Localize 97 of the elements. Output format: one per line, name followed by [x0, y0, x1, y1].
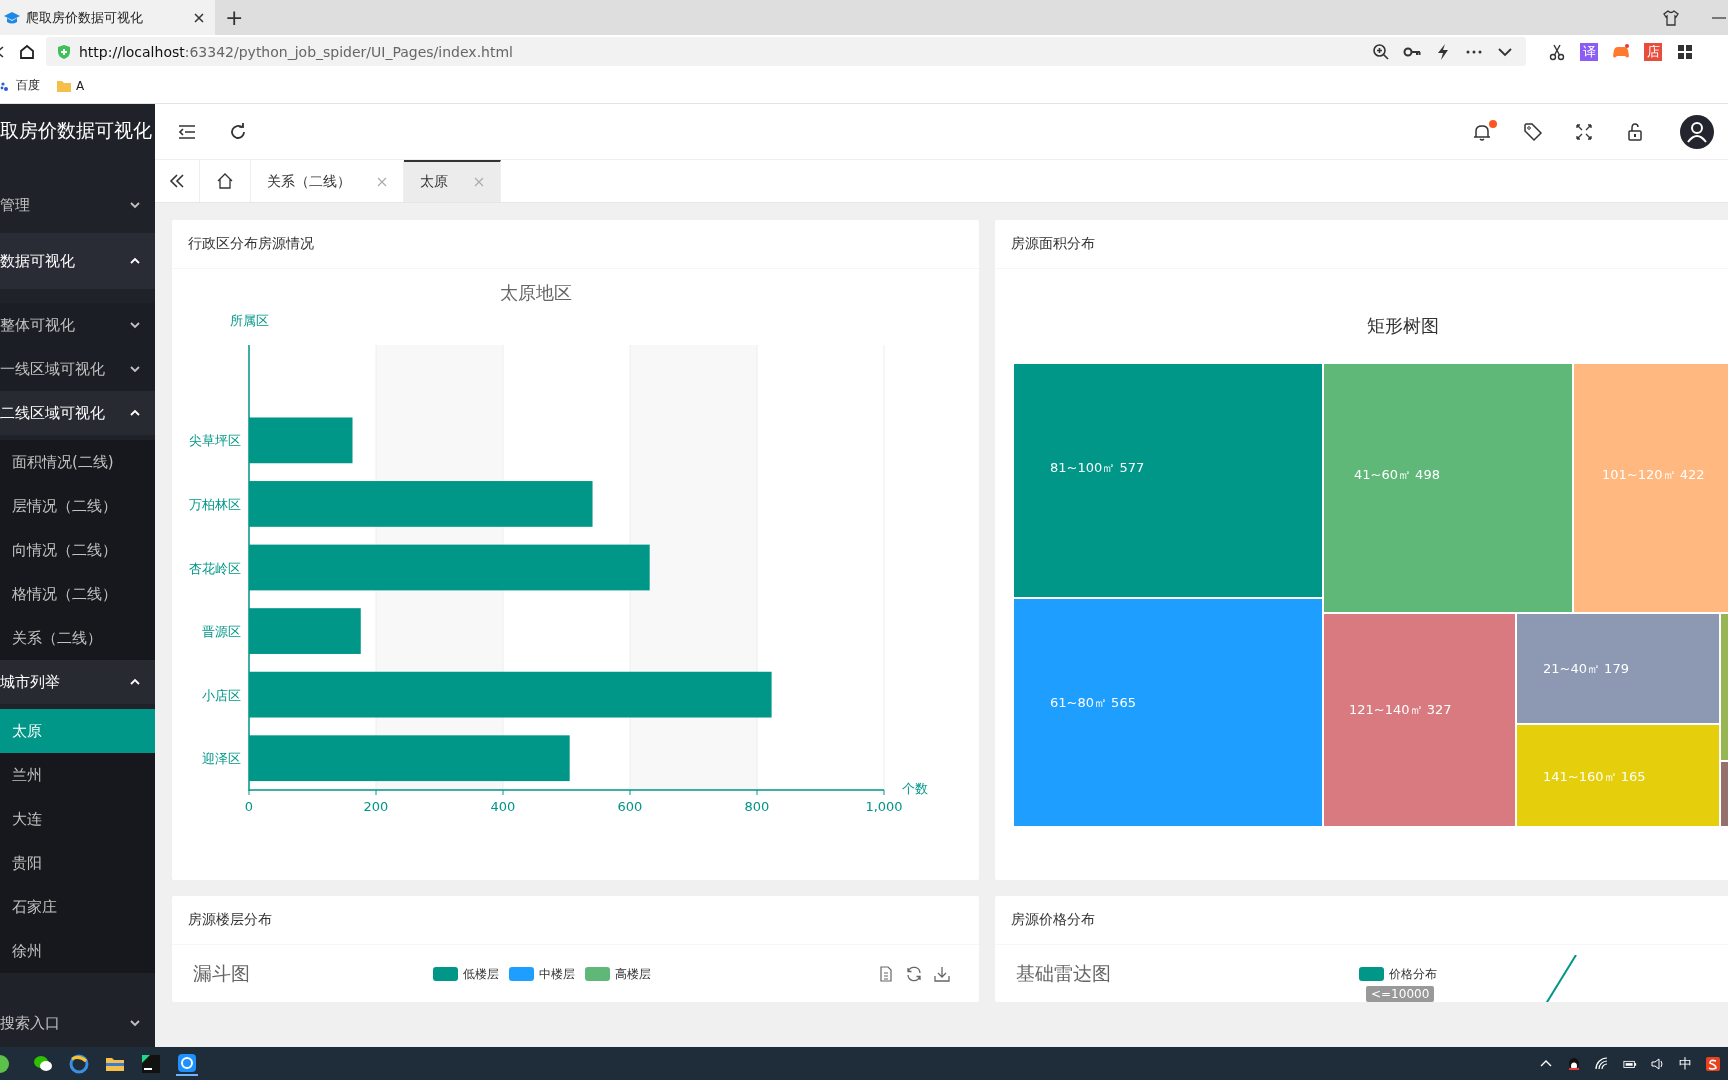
axis-label: <=10000 [1366, 986, 1435, 1002]
fullscreen-icon[interactable] [1574, 121, 1594, 142]
tick-label: 800 [744, 799, 770, 814]
menu-item[interactable]: 石家庄 [0, 885, 155, 929]
menu-item[interactable]: 兰州 [0, 753, 155, 797]
legend-item[interactable]: 低楼层 [433, 965, 499, 983]
bookmark-link[interactable]: A [56, 77, 85, 94]
card-title: 房源面积分布 [995, 220, 1728, 269]
menu-item[interactable]: 贵阳 [0, 841, 155, 885]
chevron-down-icon [129, 363, 141, 375]
menu-item[interactable]: 城市列举 [0, 660, 155, 704]
app-title: 取房价数据可视化 [0, 118, 153, 143]
menu-item[interactable]: 大连 [0, 797, 155, 841]
menu-item[interactable]: 太原 [0, 709, 155, 753]
download-icon[interactable] [933, 965, 951, 983]
radar-axis-line [1543, 955, 1577, 1002]
input-method-indicator[interactable]: 中 [1679, 1054, 1692, 1073]
legend-item[interactable]: 价格分布 [1359, 965, 1437, 983]
graduation-cap-icon [4, 9, 20, 26]
input-app-icon[interactable] [1706, 1056, 1720, 1071]
tab-title: 爬取房价数据可视化 [26, 8, 144, 27]
restore-icon[interactable] [905, 965, 923, 983]
axis-label: 万柏林区 [189, 496, 241, 512]
menu-item[interactable]: 整体可视化 [0, 303, 155, 347]
axis-label: 小店区 [202, 687, 241, 703]
address-bar[interactable]: http://localhost:63342/python_job_spider/UI_Pages/index.html [46, 37, 1526, 66]
menu-item[interactable]: 搜索入口 [0, 995, 155, 1047]
tick-label: 0 [244, 799, 254, 814]
legend-item[interactable]: 高楼层 [585, 965, 651, 983]
tile-label: 61~80㎡ 565 [1050, 695, 1136, 710]
app-icon[interactable] [176, 1051, 198, 1076]
legend-item[interactable]: 中楼层 [509, 965, 575, 983]
apps-grid-icon[interactable] [1676, 42, 1694, 61]
penguin-icon[interactable] [1567, 1056, 1581, 1071]
wifi-icon[interactable] [1595, 1056, 1609, 1071]
menu-item[interactable]: 层情况（二线） [0, 484, 155, 528]
tick-label: 200 [363, 799, 389, 814]
browser-icon[interactable] [68, 1052, 90, 1075]
extension-button[interactable]: 店 [1644, 42, 1662, 61]
chevron-down-icon [129, 1017, 141, 1029]
new-tab-button[interactable]: + [215, 5, 254, 30]
scissors-icon[interactable] [1548, 42, 1566, 61]
menu-item[interactable]: 面积情况(二线) [0, 440, 155, 484]
axis-label: 晋源区 [202, 624, 241, 640]
axis-title: 所属区 [229, 313, 269, 328]
tile-label: 41~60㎡ 498 [1354, 467, 1440, 482]
chart-title: 基础雷达图 [1016, 961, 1112, 986]
browser-tab[interactable]: 爬取房价数据可视化 [0, 0, 215, 35]
volume-icon[interactable] [1651, 1056, 1665, 1071]
bookmark-link[interactable]: 百度 [0, 77, 40, 94]
menu-item[interactable]: 关系（二线） [0, 616, 155, 660]
tile-label: 81~100㎡ 577 [1050, 460, 1145, 475]
tag-icon[interactable] [1523, 121, 1543, 142]
tick-label: 400 [490, 799, 516, 814]
axis-label: 迎泽区 [202, 751, 241, 767]
menu-item[interactable]: 二线区域可视化 [0, 391, 155, 435]
page-tab[interactable]: 太原 [404, 160, 501, 202]
shield-icon [56, 43, 72, 60]
card-title: 房源楼层分布 [172, 896, 979, 945]
home-icon [216, 172, 234, 190]
gamepad-icon[interactable] [1612, 42, 1630, 61]
shirt-icon[interactable] [1662, 8, 1680, 27]
chevron-down-icon [129, 319, 141, 331]
menu-item[interactable]: 一线区域可视化 [0, 347, 155, 391]
url-text: http://localhost:63342/python_job_spider/UI_Pages/index.html [79, 43, 513, 60]
home-tab[interactable] [200, 160, 251, 202]
ide-app-icon[interactable] [140, 1052, 162, 1075]
tile-label: 21~40㎡ 179 [1543, 661, 1629, 676]
axis-label: 尖草坪区 [189, 433, 241, 449]
chart-title: 矩形树图 [1367, 315, 1439, 336]
menu-item[interactable]: 徐州 [0, 929, 155, 973]
chart-title: 漏斗图 [193, 961, 251, 986]
card-title: 房源价格分布 [995, 896, 1728, 945]
tile-label: 101~120㎡ 422 [1602, 467, 1705, 482]
axis-label: 杏花岭区 [189, 560, 241, 576]
chevron-down-icon [129, 199, 141, 211]
tick-label: 600 [617, 799, 643, 814]
axis-title: 个数 [902, 781, 928, 796]
data-view-icon[interactable] [877, 965, 895, 983]
card-title: 行政区分布房源情况 [172, 220, 979, 269]
avatar-icon[interactable] [1680, 114, 1714, 149]
tile-label: 121~140㎡ 327 [1349, 702, 1452, 717]
menu-item[interactable]: 格情况（二线） [0, 572, 155, 616]
zoom-in-icon[interactable] [1372, 42, 1390, 61]
refresh-icon[interactable] [228, 121, 248, 142]
double-chevron-left-icon [169, 173, 185, 189]
menu-item[interactable]: 管理 [0, 177, 155, 233]
collapse-button[interactable] [155, 160, 200, 202]
chart-title: 太原地区 [500, 282, 572, 303]
menu-item[interactable]: 数据可视化 [0, 233, 155, 289]
tick-label: 1,000 [865, 799, 903, 814]
tile-label: 141~160㎡ 165 [1543, 769, 1646, 784]
home-icon[interactable] [18, 42, 36, 61]
extension-button[interactable]: 译 [1580, 42, 1598, 61]
unlock-icon[interactable] [1625, 121, 1645, 142]
menu-item[interactable]: 向情况（二线） [0, 528, 155, 572]
close-icon[interactable] [193, 11, 205, 24]
